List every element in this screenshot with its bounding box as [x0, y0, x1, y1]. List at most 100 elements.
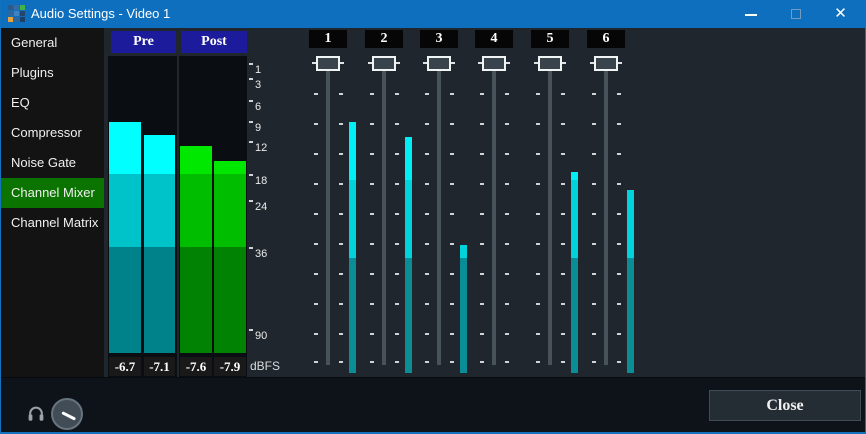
- meter-value-readout: -7.6: [180, 357, 212, 376]
- knob-pointer-icon: [61, 411, 76, 420]
- fader-scale-tick: [536, 303, 540, 305]
- channel-fader-track-1[interactable]: [326, 58, 330, 365]
- channel-fader-track-6[interactable]: [604, 58, 608, 365]
- sidebar-item-channel-mixer[interactable]: Channel Mixer: [1, 178, 104, 208]
- fader-scale-tick: [592, 213, 596, 215]
- channel-fader-handle-2[interactable]: [372, 56, 396, 71]
- fader-scale-tick: [561, 123, 565, 125]
- fader-scale-tick: [370, 183, 374, 185]
- titlebar[interactable]: Audio Settings - Video 1 ✕: [1, 0, 865, 28]
- fader-scale-tick: [536, 93, 540, 95]
- level-meter-bar: [109, 247, 141, 353]
- fader-scale-tick: [370, 93, 374, 95]
- scale-tick: [249, 121, 253, 123]
- channel-fader-handle-1[interactable]: [316, 56, 340, 71]
- channel-level-meter-3: [460, 245, 467, 258]
- fader-scale-tick: [617, 333, 621, 335]
- fader-scale-tick: [505, 213, 509, 215]
- sidebar-item-plugins[interactable]: Plugins: [1, 58, 104, 88]
- fader-scale-tick: [450, 303, 454, 305]
- channel-fader-track-3[interactable]: [437, 58, 441, 365]
- scale-label: 18: [255, 175, 267, 188]
- meter-value-readout: -7.1: [144, 357, 175, 376]
- meter-group-header-pre: Pre: [111, 31, 176, 53]
- fader-scale-tick: [425, 243, 429, 245]
- monitor-volume-knob[interactable]: [51, 398, 83, 430]
- level-meter-bar: [109, 122, 141, 174]
- fader-scale-tick: [505, 243, 509, 245]
- fader-scale-tick: [339, 93, 343, 95]
- fader-scale-tick: [339, 361, 343, 363]
- fader-scale-tick: [339, 303, 343, 305]
- channel-fader-track-4[interactable]: [492, 58, 496, 365]
- fader-scale-tick: [339, 333, 343, 335]
- minimize-button[interactable]: [728, 0, 773, 28]
- channel-fader-handle-4[interactable]: [482, 56, 506, 71]
- maximize-button[interactable]: [773, 0, 818, 28]
- fader-scale-tick: [370, 243, 374, 245]
- fader-scale-tick: [536, 333, 540, 335]
- sidebar-item-general[interactable]: General: [1, 28, 104, 58]
- fader-scale-tick: [617, 243, 621, 245]
- fader-scale-tick: [505, 333, 509, 335]
- scale-tick: [249, 200, 253, 202]
- scale-label: 24: [255, 201, 267, 214]
- scale-tick: [249, 100, 253, 102]
- channel-fader-handle-6[interactable]: [594, 56, 618, 71]
- fader-scale-tick: [536, 183, 540, 185]
- channel-fader-track-2[interactable]: [382, 58, 386, 365]
- sidebar-item-compressor[interactable]: Compressor: [1, 118, 104, 148]
- sidebar-item-noise-gate[interactable]: Noise Gate: [1, 148, 104, 178]
- channel-fader-track-5[interactable]: [548, 58, 552, 365]
- level-meter-bar: [214, 247, 246, 353]
- fader-scale-tick: [536, 273, 540, 275]
- headphones-icon[interactable]: [27, 404, 45, 423]
- settings-sidebar: GeneralPluginsEQCompressorNoise GateChan…: [1, 28, 104, 377]
- fader-scale-tick: [370, 123, 374, 125]
- level-meter-bar: [109, 174, 141, 247]
- close-window-button[interactable]: ✕: [818, 0, 863, 28]
- close-button[interactable]: Close: [709, 390, 861, 421]
- channel-fader-handle-5[interactable]: [538, 56, 562, 71]
- fader-scale-tick: [370, 213, 374, 215]
- fader-scale-tick: [561, 303, 565, 305]
- fader-scale-tick: [592, 361, 596, 363]
- fader-scale-tick: [536, 243, 540, 245]
- channel-level-meter-2: [405, 137, 412, 180]
- fader-scale-tick: [536, 361, 540, 363]
- fader-scale-tick: [592, 243, 596, 245]
- fader-scale-tick: [450, 153, 454, 155]
- fader-scale-tick: [592, 273, 596, 275]
- audio-settings-window: Audio Settings - Video 1 ✕ GeneralPlugin…: [0, 0, 866, 434]
- fader-scale-tick: [592, 303, 596, 305]
- fader-scale-tick: [617, 123, 621, 125]
- fader-scale-tick: [395, 183, 399, 185]
- channel-fader-handle-3[interactable]: [427, 56, 451, 71]
- fader-scale-tick: [450, 273, 454, 275]
- sidebar-item-eq[interactable]: EQ: [1, 88, 104, 118]
- level-meter-bar: [180, 174, 212, 247]
- fader-handle-tick: [396, 62, 400, 64]
- fader-scale-tick: [480, 303, 484, 305]
- fader-scale-tick: [395, 333, 399, 335]
- channel-level-meter-5: [571, 172, 578, 180]
- channel-level-meter-1: [349, 258, 356, 373]
- fader-scale-tick: [561, 183, 565, 185]
- channel-label-3: 3: [420, 30, 458, 48]
- fader-scale-tick: [480, 213, 484, 215]
- level-meter-bar: [214, 161, 246, 174]
- fader-scale-tick: [450, 183, 454, 185]
- channel-label-2: 2: [365, 30, 403, 48]
- sidebar-item-channel-matrix[interactable]: Channel Matrix: [1, 208, 104, 238]
- channel-level-meter-6: [627, 258, 634, 373]
- scale-tick: [249, 63, 253, 65]
- fader-scale-tick: [561, 93, 565, 95]
- scale-label: 90: [255, 330, 267, 343]
- channel-level-meter-5: [571, 258, 578, 373]
- scale-label: 6: [255, 101, 261, 114]
- fader-scale-tick: [370, 273, 374, 275]
- fader-scale-tick: [395, 273, 399, 275]
- level-meter-bar: [180, 247, 212, 353]
- fader-scale-tick: [314, 183, 318, 185]
- fader-scale-tick: [339, 273, 343, 275]
